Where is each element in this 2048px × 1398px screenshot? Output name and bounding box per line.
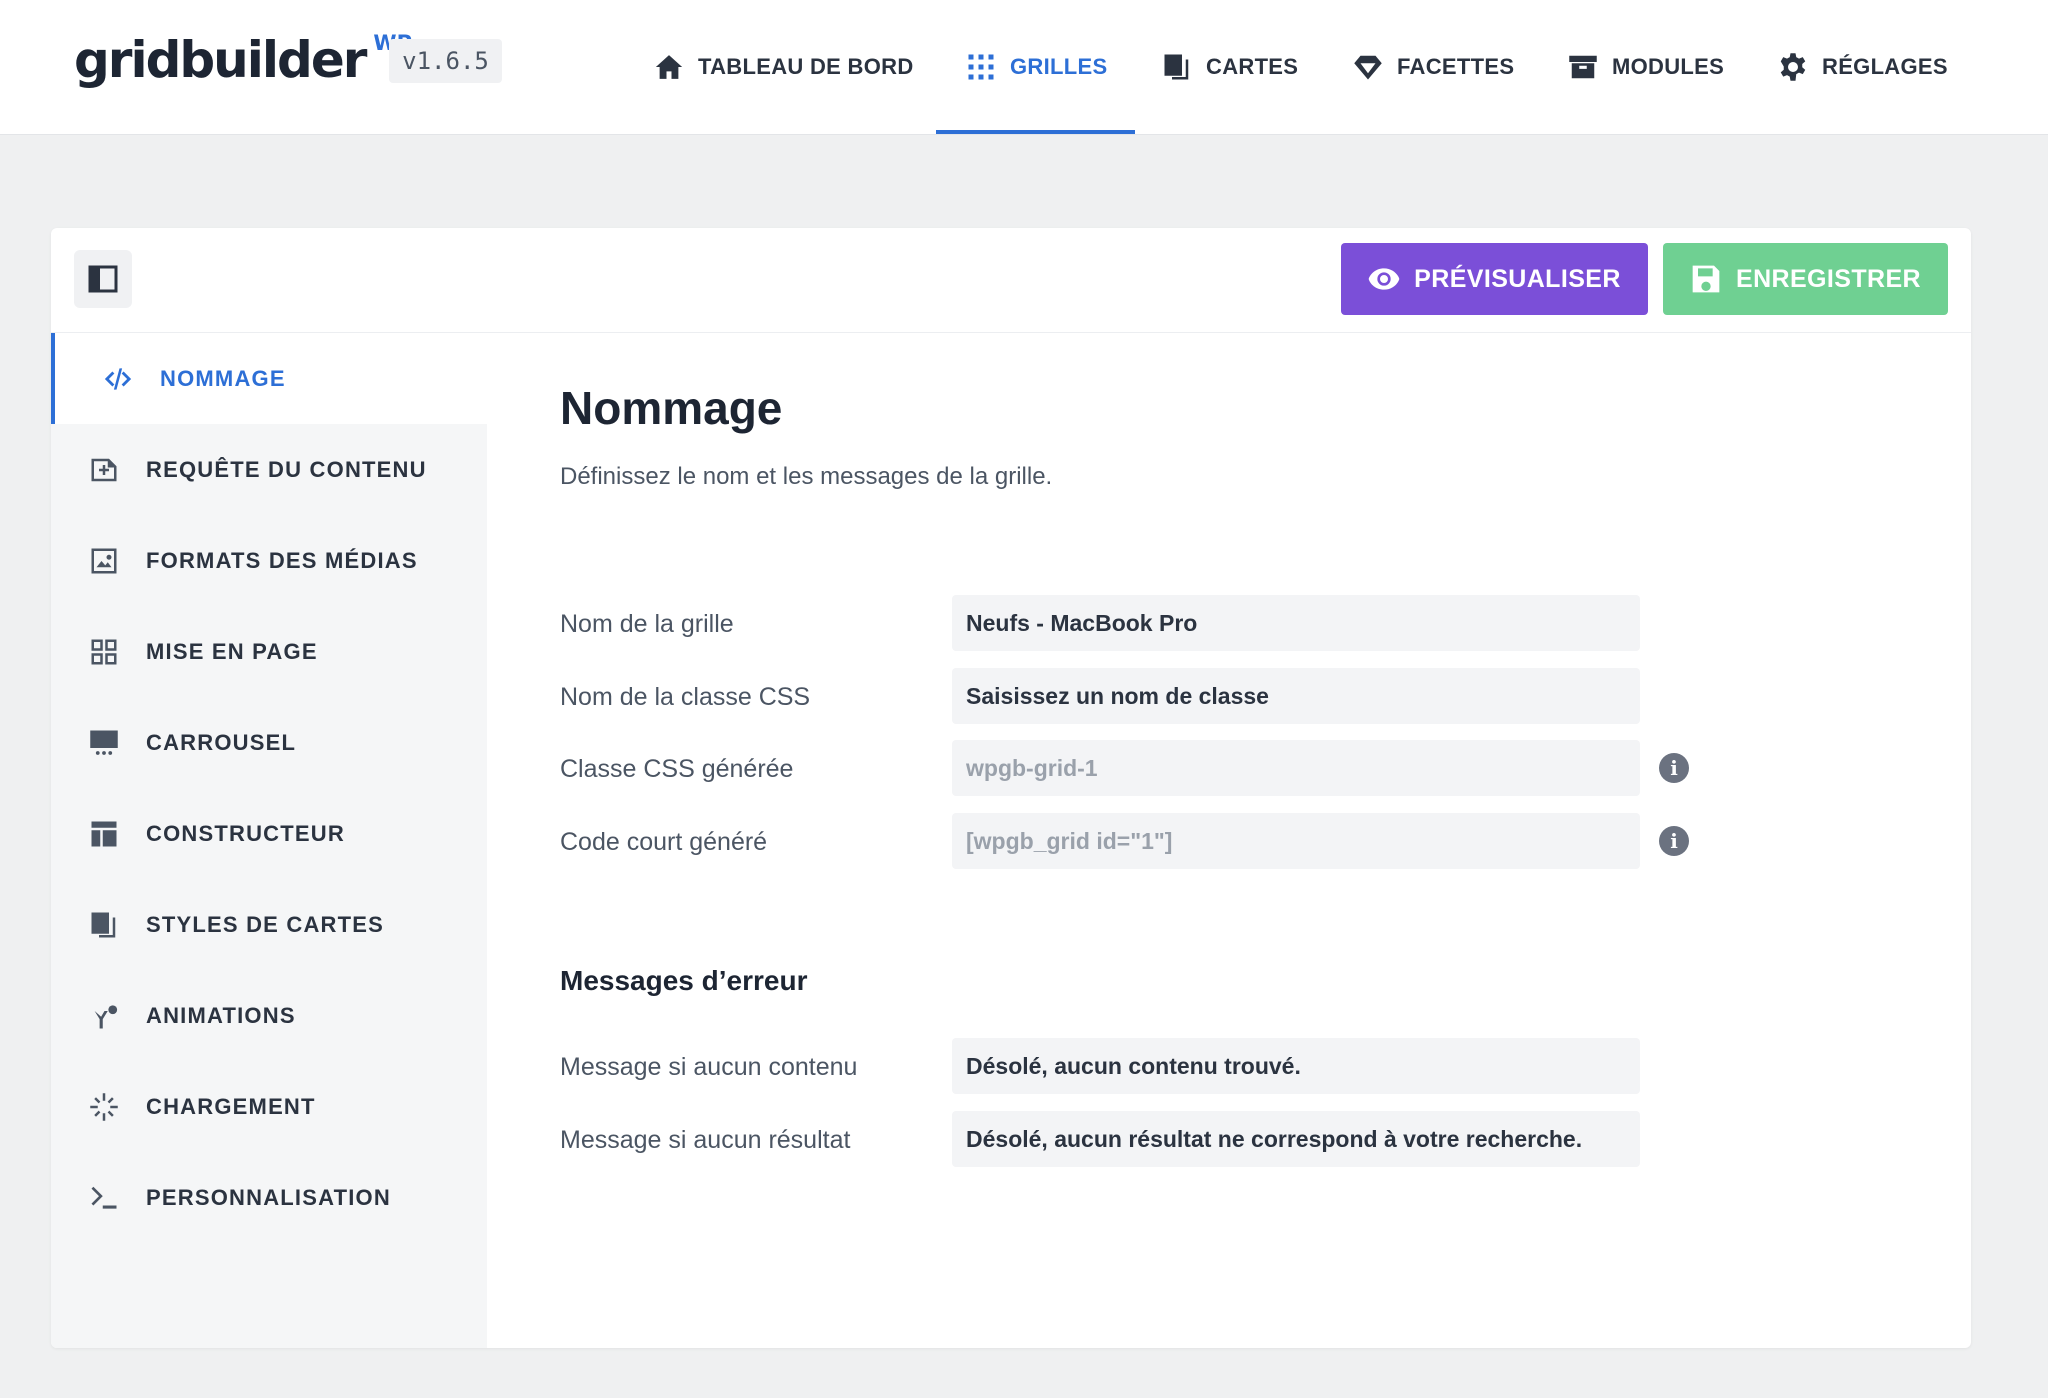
sidebar-item-animations[interactable]: ANIMATIONS (51, 970, 487, 1061)
nav-item-label: CARTES (1206, 54, 1299, 79)
naming-content: Nommage Définissez le nom et les message… (487, 333, 1971, 1348)
floppy-disk-icon (1692, 265, 1720, 293)
panel-toolbar: PRÉVISUALISER ENREGISTRER (51, 228, 1971, 333)
no-content-message-input[interactable] (952, 1038, 1640, 1094)
sidebar-item-label: NOMMAGE (160, 365, 286, 391)
settings-sidebar: NOMMAGE REQUÊTE DU CONTENU FORMATS DES M… (51, 333, 487, 1348)
no-content-label: Message si aucun contenu (560, 1053, 858, 1081)
save-button[interactable]: ENREGISTRER (1663, 243, 1948, 315)
cards-icon (1164, 54, 1189, 80)
shortcode-label: Code court généré (560, 828, 768, 856)
diamond-icon (1354, 55, 1382, 80)
sidebar-item-label: CARROUSEL (146, 729, 297, 755)
nav-item-label: GRILLES (1010, 54, 1108, 79)
home-icon (655, 55, 683, 79)
page-description: Définissez le nom et les messages de la … (560, 463, 1053, 490)
nav-item-label: MODULES (1612, 54, 1725, 79)
preview-button-label: PRÉVISUALISER (1414, 264, 1621, 293)
nav-item-facets[interactable]: FACETTES (1353, 0, 1514, 134)
info-icon[interactable]: i (1659, 826, 1689, 856)
terminal-icon (91, 1186, 117, 1209)
cards-icon (91, 912, 116, 937)
css-class-label: Nom de la classe CSS (560, 683, 811, 711)
sidebar-item-media-formats[interactable]: FORMATS DES MÉDIAS (51, 515, 487, 606)
sidebar-item-label: CONSTRUCTEUR (146, 820, 345, 846)
no-result-label: Message si aucun résultat (560, 1126, 851, 1154)
main-nav: TABLEAU DE BORD GRILLES CARTES FACETTES … (0, 0, 2048, 134)
sidebar-item-label: REQUÊTE DU CONTENU (146, 456, 427, 482)
nav-item-dashboard[interactable]: TABLEAU DE BORD (654, 0, 914, 134)
settings-panel: PRÉVISUALISER ENREGISTRER NOMMAGE REQUÊT… (51, 228, 1971, 1348)
shortcode-field[interactable] (952, 813, 1640, 869)
sidebar-item-builder[interactable]: CONSTRUCTEUR (51, 788, 487, 879)
grid-name-label: Nom de la grille (560, 610, 734, 638)
sidebar-panel-icon (88, 265, 118, 293)
sidebar-item-content-query[interactable]: REQUÊTE DU CONTENU (51, 424, 487, 515)
page-title: Nommage (560, 382, 783, 434)
nav-item-grids[interactable]: GRILLES (935, 0, 1136, 134)
add-file-icon (91, 458, 117, 481)
grid-name-input[interactable] (952, 595, 1640, 651)
grid-icon (968, 54, 994, 80)
info-icon[interactable]: i (1659, 753, 1689, 783)
archive-icon (1569, 55, 1597, 79)
generated-css-label: Classe CSS générée (560, 755, 794, 783)
animation-icon (91, 1004, 118, 1028)
nav-item-label: TABLEAU DE BORD (698, 54, 914, 79)
sidebar-item-customization[interactable]: PERSONNALISATION (51, 1152, 487, 1243)
code-icon (104, 367, 132, 390)
spinner-icon (90, 1092, 118, 1121)
sidebar-toggle-button[interactable] (74, 250, 132, 308)
sidebar-item-loading[interactable]: CHARGEMENT (51, 1061, 487, 1152)
nav-item-label: RÉGLAGES (1822, 54, 1948, 79)
nav-item-modules[interactable]: MODULES (1568, 0, 1724, 134)
nav-item-settings[interactable]: RÉGLAGES (1778, 0, 1948, 134)
sidebar-item-label: CHARGEMENT (146, 1093, 316, 1119)
layout-grid-icon (91, 639, 117, 664)
carousel-icon (90, 730, 118, 755)
sidebar-item-card-styles[interactable]: STYLES DE CARTES (51, 879, 487, 970)
sidebar-item-label: STYLES DE CARTES (146, 911, 385, 937)
nav-item-cards[interactable]: CARTES (1162, 0, 1298, 134)
nav-item-label: FACETTES (1397, 54, 1515, 79)
eye-icon (1368, 268, 1400, 290)
sidebar-item-layout[interactable]: MISE EN PAGE (51, 606, 487, 697)
sidebar-item-carousel[interactable]: CARROUSEL (51, 697, 487, 788)
builder-icon (91, 821, 117, 846)
error-messages-title: Messages d’erreur (560, 965, 808, 996)
preview-button[interactable]: PRÉVISUALISER (1341, 243, 1648, 315)
sidebar-item-naming[interactable]: NOMMAGE (51, 333, 487, 424)
css-class-input[interactable] (952, 668, 1640, 724)
sidebar-item-label: ANIMATIONS (146, 1002, 296, 1028)
sidebar-item-label: FORMATS DES MÉDIAS (146, 547, 418, 573)
sidebar-item-label: PERSONNALISATION (146, 1184, 391, 1210)
no-result-message-input[interactable] (952, 1111, 1640, 1167)
sidebar-item-label: MISE EN PAGE (146, 638, 318, 664)
save-button-label: ENREGISTRER (1736, 264, 1921, 293)
generated-css-field[interactable] (952, 740, 1640, 796)
top-header: gridbuilder WP v1.6.5 TABLEAU DE BORD GR… (0, 0, 2048, 135)
gear-icon (1780, 53, 1806, 81)
image-icon (91, 548, 117, 573)
